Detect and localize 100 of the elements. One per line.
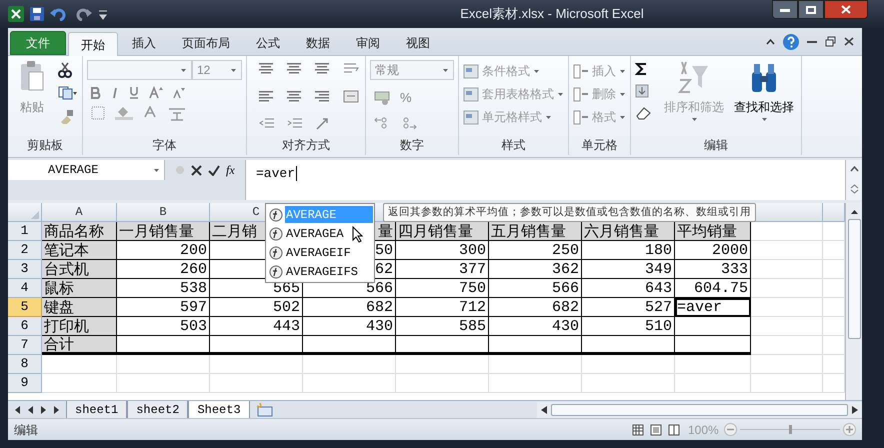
shrink-font-icon[interactable]	[173, 86, 185, 98]
sheet-tab[interactable]: sheet1	[66, 400, 128, 418]
zoom-in-icon[interactable]	[843, 423, 856, 436]
help-icon[interactable]	[783, 34, 799, 50]
caret-icon[interactable]	[760, 116, 768, 122]
caret-icon[interactable]	[180, 67, 187, 73]
function-icon[interactable]	[269, 264, 283, 278]
formula-input[interactable]: =aver	[245, 160, 845, 200]
bold-icon[interactable]	[91, 86, 101, 98]
row-header[interactable]: 3	[8, 260, 42, 279]
customize-toolbar-icon[interactable]	[98, 8, 108, 20]
font-color-icon[interactable]	[143, 106, 157, 120]
row-header[interactable]: 9	[8, 374, 42, 393]
maximize-button[interactable]	[798, 0, 824, 19]
row-header[interactable]: 1	[8, 222, 42, 241]
borders-icon[interactable]	[91, 106, 105, 120]
align-center-icon[interactable]	[287, 90, 301, 103]
restore-icon[interactable]	[825, 36, 836, 47]
column-header[interactable]: C	[252, 203, 260, 221]
undo-icon[interactable]	[50, 7, 68, 21]
caret-icon[interactable]	[442, 67, 449, 73]
ribbon-tab[interactable]: 开始	[68, 32, 118, 56]
horizontal-scrollbar[interactable]	[537, 402, 862, 418]
normal-view-icon[interactable]	[632, 424, 644, 436]
align-bottom-icon[interactable]	[315, 62, 329, 75]
underline-icon[interactable]	[129, 86, 139, 99]
fill-down-icon[interactable]	[635, 84, 651, 98]
row-header[interactable]: 7	[8, 336, 42, 355]
ribbon-tab[interactable]: 审阅	[344, 31, 392, 55]
caret-icon[interactable]	[230, 67, 237, 73]
scroll-right-icon[interactable]	[852, 406, 858, 414]
function-icon[interactable]	[269, 226, 283, 240]
copy-icon[interactable]	[58, 86, 78, 100]
sheet-last-icon[interactable]	[53, 406, 60, 414]
name-box[interactable]: AVERAGE	[8, 160, 165, 180]
cancel-icon[interactable]	[191, 164, 202, 176]
redo-icon[interactable]	[74, 7, 92, 21]
ribbon-tab[interactable]: 文件	[10, 31, 66, 55]
function-icon[interactable]	[269, 208, 283, 222]
zoom-thumb[interactable]	[788, 425, 792, 434]
italic-icon[interactable]	[111, 86, 119, 98]
clipboard-icon[interactable]	[19, 60, 45, 92]
scroll-up-icon[interactable]	[850, 166, 858, 172]
font-name-field[interactable]	[87, 60, 192, 80]
minimize-icon[interactable]	[780, 8, 790, 12]
sheet-next-icon[interactable]	[40, 406, 47, 414]
maximize-icon[interactable]	[806, 6, 816, 14]
minimize-icon[interactable]	[807, 40, 817, 44]
zoom-out-icon[interactable]	[724, 423, 737, 436]
align-left-icon[interactable]	[259, 90, 273, 103]
increase-indent-icon[interactable]	[287, 117, 303, 130]
caret-icon[interactable]	[153, 167, 160, 173]
sheet-tab[interactable]: Sheet3	[188, 400, 250, 418]
collapse-ribbon-icon[interactable]	[766, 38, 775, 45]
align-top-icon[interactable]	[259, 62, 273, 75]
ribbon-tab[interactable]: 公式	[244, 31, 292, 55]
ribbon-tab[interactable]: 插入	[120, 31, 168, 55]
formula-scrollbar[interactable]	[845, 160, 862, 200]
scroll-thumb[interactable]	[848, 219, 860, 339]
enter-icon[interactable]	[208, 164, 220, 176]
insert-function-button[interactable]: fx	[226, 161, 235, 179]
align-right-icon[interactable]	[315, 90, 329, 103]
ribbon-tab[interactable]: 视图	[394, 31, 442, 55]
spreadsheet-logo-icon[interactable]	[8, 6, 24, 22]
find-select-button[interactable]: 查找和选择	[731, 60, 797, 135]
sheet-prev-icon[interactable]	[27, 406, 34, 414]
new-sheet-icon[interactable]	[256, 402, 274, 416]
sheet-tab[interactable]: sheet2	[127, 400, 188, 418]
page-layout-icon[interactable]	[650, 424, 662, 436]
column-header[interactable]: A	[75, 203, 83, 221]
fill-color-icon[interactable]	[115, 106, 133, 120]
grow-font-icon[interactable]	[149, 86, 163, 99]
eraser-icon[interactable]	[635, 106, 653, 120]
row-header[interactable]: 8	[8, 355, 42, 374]
ribbon-tab[interactable]: 页面布局	[170, 31, 242, 55]
scroll-thumb[interactable]	[551, 404, 848, 416]
column-header[interactable]: B	[159, 203, 167, 221]
cut-icon[interactable]	[58, 62, 72, 78]
vertical-scrollbar[interactable]	[845, 203, 862, 400]
sheet-first-icon[interactable]	[14, 406, 21, 414]
close-button[interactable]	[824, 0, 868, 19]
page-break-icon[interactable]	[668, 424, 680, 436]
row-header[interactable]: 4	[8, 279, 42, 298]
close-icon[interactable]	[844, 37, 854, 46]
merge-cells-icon[interactable]	[343, 90, 359, 103]
scroll-up-icon[interactable]	[850, 209, 858, 215]
row-header[interactable]: 5	[8, 298, 42, 317]
zoom-slider[interactable]	[740, 423, 840, 436]
save-icon[interactable]	[30, 7, 44, 21]
expand-icon[interactable]	[850, 184, 858, 194]
ribbon-tab[interactable]: 数据	[294, 31, 342, 55]
minimize-button[interactable]	[772, 0, 798, 19]
wrap-text-icon[interactable]	[343, 62, 359, 75]
row-header[interactable]: 2	[8, 241, 42, 260]
function-icon[interactable]	[269, 246, 283, 260]
row-header[interactable]: 6	[8, 317, 42, 336]
decrease-indent-icon[interactable]	[259, 117, 275, 130]
scroll-left-icon[interactable]	[541, 406, 547, 414]
align-middle-icon[interactable]	[287, 62, 301, 75]
currency-icon[interactable]	[374, 90, 392, 106]
